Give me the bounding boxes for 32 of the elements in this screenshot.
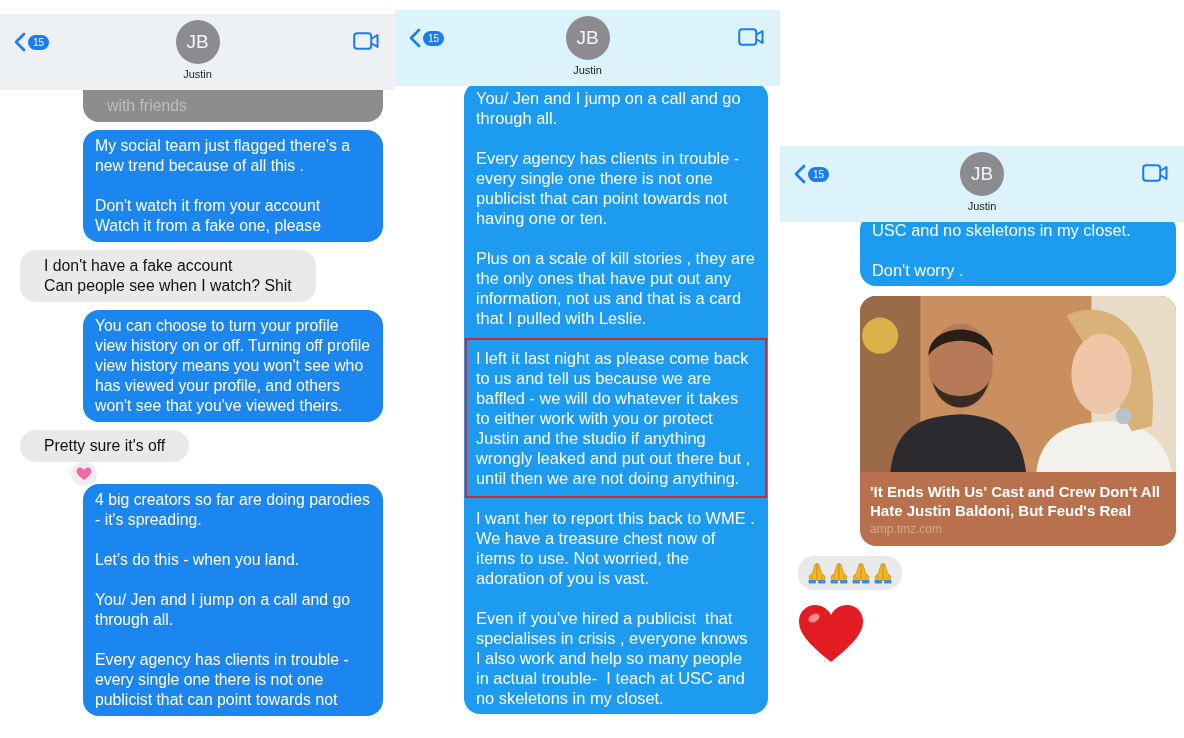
back-button[interactable]: 15 xyxy=(14,32,50,52)
contact-avatar[interactable]: JB xyxy=(175,20,220,64)
message-text: I want her to report this back to WME . We have a treasure chest now of items to use. Not worried, the adoration of you is vast. xyxy=(475,508,756,588)
message-text: My social team just flagged there's a new trend because of all this . xyxy=(94,136,351,176)
link-domain: amp.tmz.com xyxy=(869,522,943,538)
message-text: Don't worry . xyxy=(871,260,965,280)
message-text: USC and no skeletons in my closet. xyxy=(871,220,1132,240)
message-text: You can choose to turn your profile view history on or off. Turning off profile view history means you won't see who has viewed your profile, and others won't see that you've viewed theirs. xyxy=(94,316,372,416)
contact-avatar[interactable]: JB xyxy=(565,16,610,60)
message-text: I don't have a fake account Can people see when I watch? Shit xyxy=(43,256,293,296)
message-text: You/ Jen and I jump on a call and go through all. xyxy=(94,590,351,630)
unread-badge: 15 xyxy=(808,166,830,182)
message-text: You/ Jen and I jump on a call and go through all. xyxy=(475,88,742,128)
message-text: Don't watch it from your account Watch it from a fake one, please xyxy=(94,196,322,236)
link-preview[interactable]: 'It Ends With Us' Cast and Crew Don't All Hate Justin Baldoni, But Feud's Real amp.tmz.com xyxy=(860,296,1176,546)
message-text: Every agency has clients in trouble - every single one there is not one publicist that can point towards not having one or ten. xyxy=(475,148,741,228)
message-text: Let's do this - when you land. xyxy=(94,550,301,570)
contact-name[interactable]: Justin xyxy=(967,200,997,212)
back-button[interactable]: 15 xyxy=(794,164,830,184)
message-text: 4 big creators so far are doing parodies - it's spreading. xyxy=(94,490,371,530)
message-text: Plus on a scale of kill stories , they are the only ones that have put out any information, not us and that is a card that I pulled with Leslie. xyxy=(475,248,756,328)
message-text: Even if you've hired a publicist that specialises in crisis , everyone knows I also work and help so many people in actual trouble- I teach at USC and no skeletons in my closet. xyxy=(475,608,749,708)
contact-avatar[interactable]: JB xyxy=(960,152,1004,196)
contact-name[interactable]: Justin xyxy=(573,64,602,76)
link-title: 'It Ends With Us' Cast and Crew Don't All Hate Justin Baldoni, But Feud's Real xyxy=(869,482,1162,521)
message-text: Every agency has clients in trouble - every single one there is not one publicist that can point towards not xyxy=(94,650,350,710)
contact-name[interactable]: Justin xyxy=(183,68,212,80)
back-button[interactable]: 15 xyxy=(409,28,445,48)
highlighted-message-text: I left it last night as please come back to us and tell us because we are baffled - we will do whatever it takes to either work with you or protect Justin and the studio if anything wrongly leaked and put out there but , until then we are not doing anything. xyxy=(467,340,765,496)
unread-badge: 15 xyxy=(423,30,445,46)
message-text: Pretty sure it's off xyxy=(43,436,167,456)
unread-badge: 15 xyxy=(28,34,50,50)
